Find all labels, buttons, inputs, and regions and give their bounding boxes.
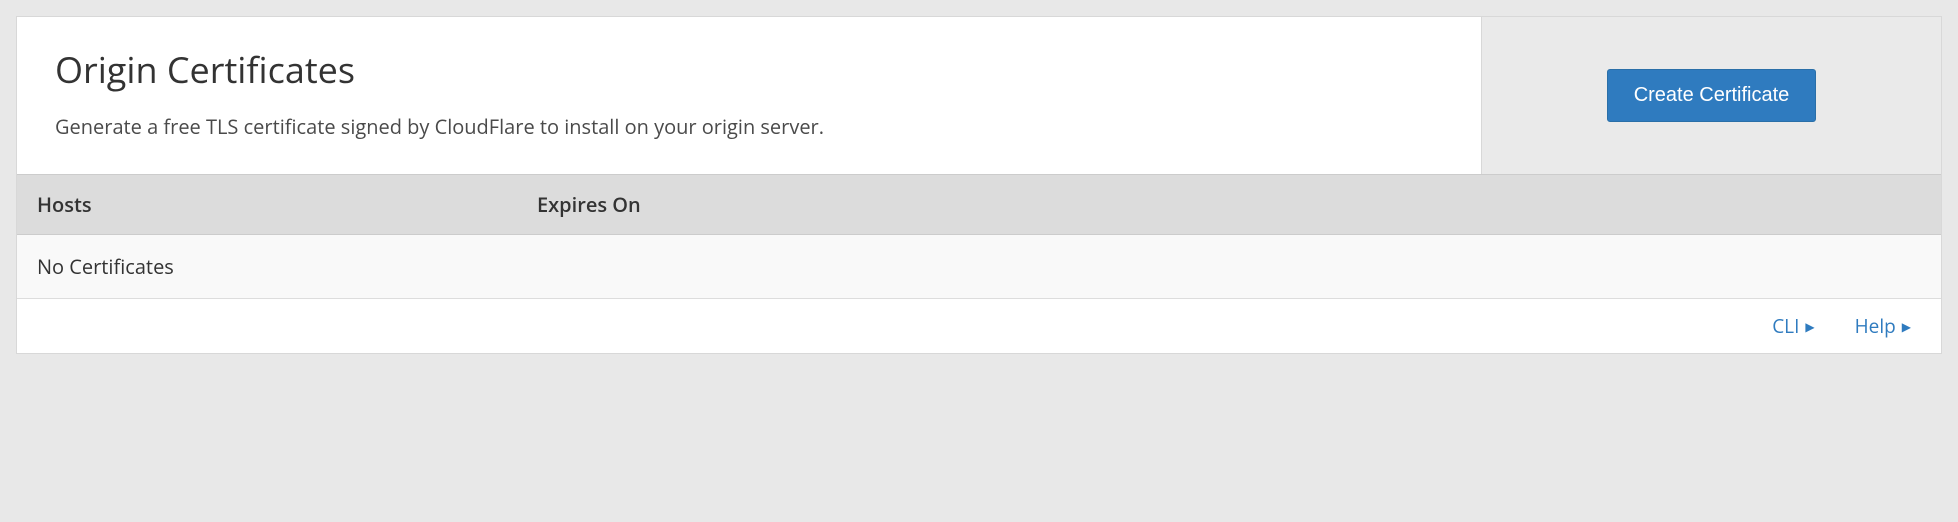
cli-link-label: CLI	[1772, 313, 1799, 339]
card-header: Origin Certificates Generate a free TLS …	[17, 17, 1941, 174]
card-description: Generate a free TLS certificate signed b…	[55, 112, 1443, 142]
card-title: Origin Certificates	[55, 45, 1443, 94]
help-link-label: Help	[1855, 313, 1896, 339]
card-header-info: Origin Certificates Generate a free TLS …	[17, 17, 1481, 174]
table-header: Hosts Expires On	[17, 174, 1941, 235]
chevron-right-icon: ▶	[1805, 318, 1814, 335]
table-body: No Certificates	[17, 235, 1941, 299]
empty-state-text: No Certificates	[37, 253, 1921, 280]
card-footer: CLI ▶ Help ▶	[17, 299, 1941, 353]
origin-certificates-card: Origin Certificates Generate a free TLS …	[16, 16, 1942, 354]
column-header-expires: Expires On	[537, 191, 1941, 218]
cli-link[interactable]: CLI ▶	[1772, 313, 1814, 339]
help-link[interactable]: Help ▶	[1855, 313, 1911, 339]
card-header-action: Create Certificate	[1481, 17, 1941, 174]
chevron-right-icon: ▶	[1902, 318, 1911, 335]
column-header-hosts: Hosts	[17, 191, 537, 218]
create-certificate-button[interactable]: Create Certificate	[1607, 69, 1817, 122]
